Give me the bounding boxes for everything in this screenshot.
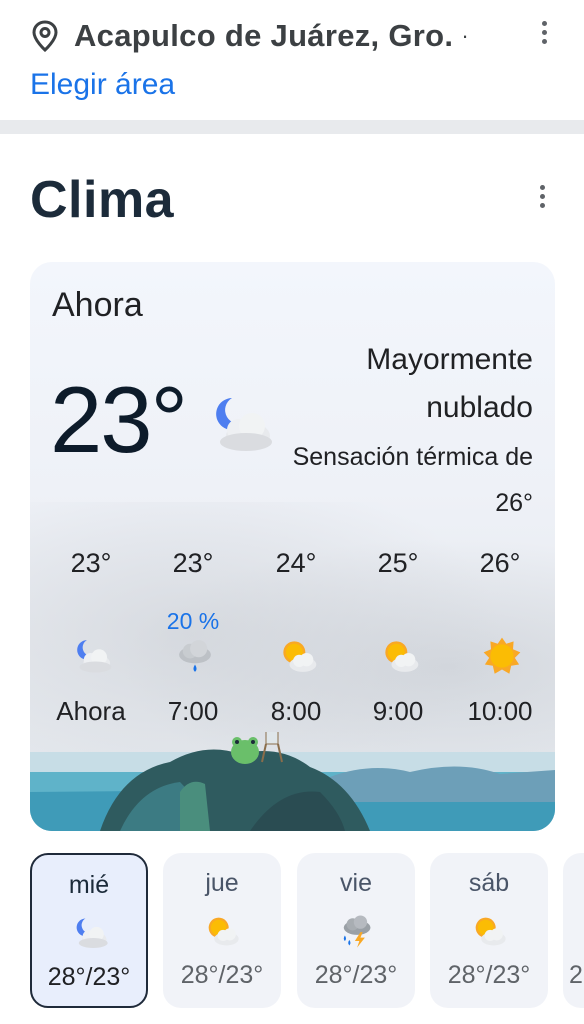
sun-icon xyxy=(480,634,524,678)
location-pin-icon xyxy=(30,18,60,54)
hourly-forecast: 23° Ahora 23° 20 % 7:00 24° 8:00 25° 9:0… xyxy=(30,548,555,728)
current-weather-card[interactable]: Ahora 23° Mayormente nublado Sensación t… xyxy=(30,262,555,831)
daily-forecast: mié 28°/23° jue 28°/23° vie 28°/23° sáb … xyxy=(30,853,584,1008)
hourly-item[interactable]: 23° Ahora xyxy=(41,548,141,728)
sun-cloud-icon xyxy=(276,634,320,678)
hourly-item[interactable]: 26° 10:00 xyxy=(450,548,550,728)
thunderstorm-icon xyxy=(336,911,376,951)
section-divider xyxy=(0,120,584,134)
location-name: Acapulco de Juárez, Gro. xyxy=(74,18,454,53)
hourly-item[interactable]: 24° 8:00 xyxy=(246,548,346,728)
weather-title: Clima xyxy=(30,171,175,229)
moon-cloud-icon xyxy=(71,913,111,953)
hourly-temp: 26° xyxy=(479,548,521,578)
day-name: vie xyxy=(340,869,372,897)
hourly-temp: 25° xyxy=(377,548,419,578)
hourly-temp: 24° xyxy=(275,548,317,578)
hourly-item[interactable]: 23° 20 % 7:00 xyxy=(143,548,243,728)
hourly-temp: 23° xyxy=(70,548,112,578)
current-condition: Mayormente nublado xyxy=(366,343,533,424)
daily-item[interactable]: vie 28°/23° xyxy=(297,853,415,1008)
moon-cloud-icon xyxy=(206,388,278,460)
daily-item[interactable]: jue 28°/23° xyxy=(163,853,281,1008)
hourly-precip: 20 % xyxy=(166,608,220,634)
hourly-time: 9:00 xyxy=(372,696,424,726)
day-temp-range: 28°/23° xyxy=(447,961,531,989)
daily-item-partial[interactable]: 2 xyxy=(563,853,584,1008)
day-temp-range: 28°/23° xyxy=(314,961,398,989)
choose-area-link[interactable]: Elegir área xyxy=(30,68,175,102)
hourly-time: Ahora xyxy=(56,696,126,726)
hourly-time: 10:00 xyxy=(467,696,533,726)
day-temp-range: 28°/23° xyxy=(180,961,264,989)
rain-cloud-icon xyxy=(173,634,217,678)
day-name: jue xyxy=(205,869,239,897)
feels-like: Sensación térmica de 26° xyxy=(292,443,533,517)
daily-item-selected[interactable]: mié 28°/23° xyxy=(30,853,148,1008)
location-row[interactable]: Acapulco de Juárez, Gro. · xyxy=(30,14,560,58)
moon-cloud-icon xyxy=(71,634,115,678)
day-temp-range: 28°/23° xyxy=(47,963,131,991)
daily-item[interactable]: sáb 28°/23° xyxy=(430,853,548,1008)
hourly-time: 7:00 xyxy=(167,696,219,726)
hourly-time: 8:00 xyxy=(270,696,322,726)
current-temperature: 23° xyxy=(50,367,188,472)
now-label: Ahora xyxy=(52,286,143,324)
sun-cloud-icon xyxy=(202,911,242,951)
hourly-item[interactable]: 25° 9:00 xyxy=(348,548,448,728)
day-name: sáb xyxy=(468,869,510,897)
day-temp-range: 2 xyxy=(569,961,583,989)
hourly-temp: 23° xyxy=(172,548,214,578)
location-header: Acapulco de Juárez, Gro. · Elegir área xyxy=(0,0,584,120)
sun-cloud-icon xyxy=(469,911,509,951)
location-separator: · xyxy=(461,23,469,48)
header-more-options-icon[interactable] xyxy=(532,14,556,50)
day-name: mié xyxy=(68,871,110,899)
weather-more-options-icon[interactable] xyxy=(530,178,554,214)
frog-scene-illustration xyxy=(30,732,555,831)
sun-cloud-icon xyxy=(378,634,422,678)
